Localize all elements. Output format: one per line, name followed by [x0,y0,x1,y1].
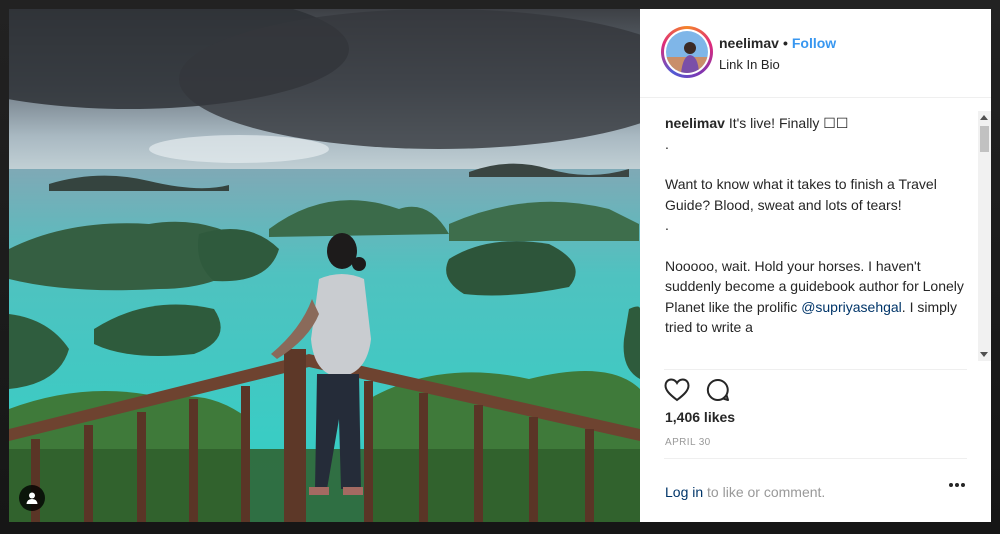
location-link[interactable]: Link In Bio [719,57,780,72]
separator-dot: • [782,35,788,51]
post-details-panel: neelimav • Follow Link In Bio neelimav It'… [640,9,991,522]
avatar[interactable] [661,26,713,78]
login-prompt-text: to like or comment. [703,484,826,500]
comment-bar: Log in to like or comment. [664,458,967,523]
caption-username[interactable]: neelimav [665,115,725,131]
user-tag-icon[interactable] [19,485,45,511]
mention-link[interactable]: @supriyasehgal [801,299,902,315]
comment-bubble-icon[interactable] [706,378,730,407]
caption-line: Want to know what it takes to finish a T… [665,176,937,213]
scroll-down-icon[interactable] [980,352,988,357]
caption-paragraph: Nooooo, wait. Hold your horses. I haven'… [665,256,973,338]
post-date: APRIL 30 [665,437,711,448]
more-options-icon[interactable] [949,483,965,487]
post-photo[interactable] [9,9,640,522]
caption-line: . [665,217,669,233]
username-link[interactable]: neelimav [719,35,779,51]
action-bar [664,369,967,402]
travel-photo-illustration [9,9,640,522]
follow-button[interactable]: Follow [792,35,836,51]
likes-count[interactable]: 1,406 likes [665,409,735,425]
caption-text: It's live! Finally ☐☐ [728,115,849,131]
post-modal: neelimav • Follow Link In Bio neelimav It'… [9,9,991,522]
scrollbar-thumb[interactable] [980,126,989,152]
caption-scrollbar[interactable] [978,111,991,361]
scroll-up-icon[interactable] [980,115,988,120]
heart-outline-icon[interactable] [664,378,690,407]
caption-first-line: neelimav It's live! Finally ☐☐ [665,113,973,134]
login-link[interactable]: Log in [665,484,703,500]
header-user-line: neelimav • Follow [719,35,836,51]
login-prompt: Log in to like or comment. [665,484,825,500]
post-header: neelimav • Follow Link In Bio [640,9,991,98]
caption-line: . [665,135,669,152]
caption-area: neelimav It's live! Finally ☐☐ . Want to… [665,113,973,359]
